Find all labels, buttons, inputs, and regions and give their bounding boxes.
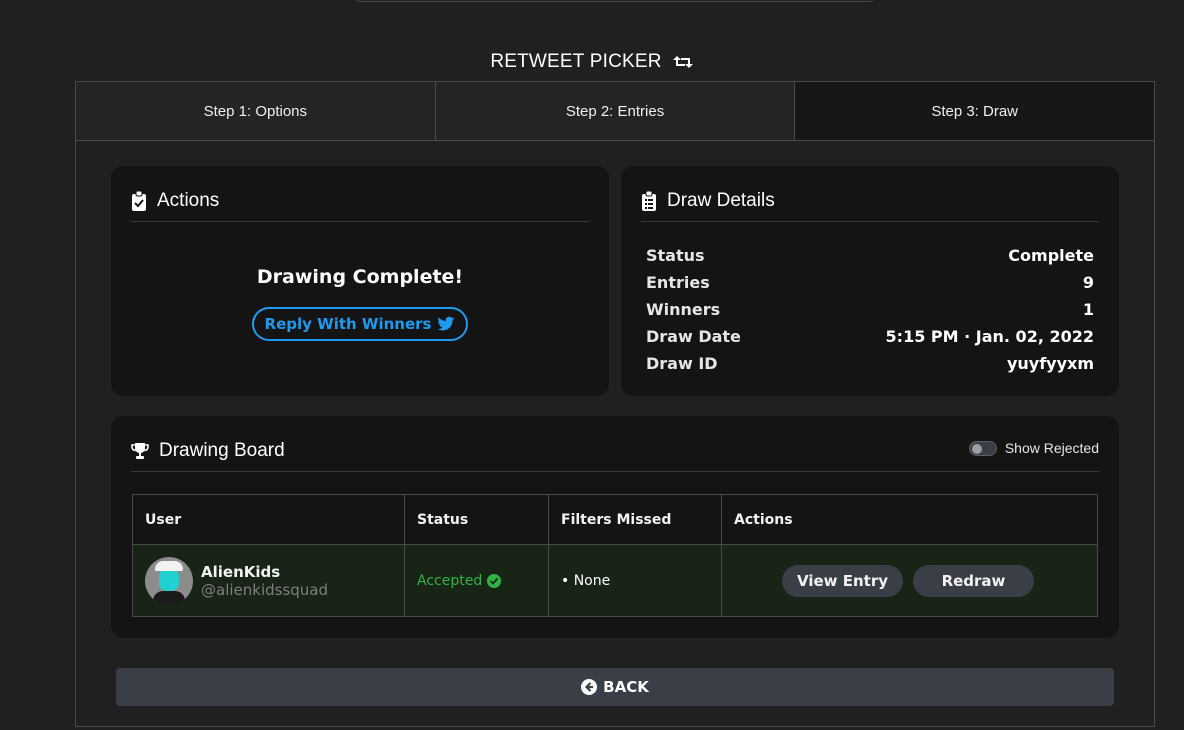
- detail-value: 9: [1082, 273, 1094, 292]
- draw-details-list: Status Complete Entries 9 Winners 1 Draw…: [646, 242, 1094, 377]
- detail-label: Draw Date: [646, 327, 741, 346]
- detail-label: Winners: [646, 300, 721, 319]
- redraw-button[interactable]: Redraw: [913, 564, 1034, 597]
- status-badge: Accepted: [417, 573, 548, 589]
- user-display-name: AlienKids: [201, 562, 281, 581]
- picker-frame: Step 1: Options Step 2: Entries Step 3: …: [75, 81, 1155, 727]
- actions-card: Actions Drawing Complete! Reply With Win…: [111, 166, 609, 396]
- drawing-board-header: Drawing Board: [131, 432, 1099, 472]
- detail-row-entries: Entries 9: [646, 269, 1094, 296]
- table-row: AlienKids @alienkidssquad Accepted • Non…: [132, 544, 1098, 617]
- drawing-board-title: Drawing Board: [159, 439, 285, 461]
- tab-step-entries[interactable]: Step 2: Entries: [435, 82, 796, 140]
- detail-label: Entries: [646, 273, 710, 292]
- table-header-row: User Status Filters Missed Actions: [132, 494, 1098, 545]
- reply-with-winners-button[interactable]: Reply With Winners: [252, 307, 468, 341]
- back-button[interactable]: BACK: [116, 668, 1114, 706]
- retweet-icon: [672, 56, 693, 68]
- detail-row-status: Status Complete: [646, 242, 1094, 269]
- actions-card-header: Actions: [131, 182, 589, 222]
- detail-value: Complete: [1008, 246, 1094, 265]
- draw-details-header: Draw Details: [641, 182, 1099, 222]
- toggle-knob: [971, 443, 982, 454]
- column-header-actions: Actions: [721, 494, 1098, 545]
- arrow-circle-left-icon: [581, 679, 598, 695]
- detail-label: Status: [646, 246, 705, 265]
- column-header-filters-missed: Filters Missed: [548, 494, 722, 545]
- drawing-complete-text: Drawing Complete!: [256, 266, 464, 288]
- trophy-icon: [131, 442, 149, 459]
- clipboard-check-icon: [132, 190, 146, 211]
- back-button-label: BACK: [603, 678, 649, 696]
- app-title: RETWEET PICKER: [0, 49, 1184, 75]
- status-text: Accepted: [417, 572, 483, 589]
- reply-with-winners-label: Reply With Winners: [264, 315, 432, 333]
- tab-step-draw[interactable]: Step 3: Draw: [795, 82, 1155, 140]
- drawing-board-card: Drawing Board Show Rejected User Status …: [111, 416, 1119, 638]
- actions-card-title: Actions: [157, 189, 220, 211]
- draw-details-card: Draw Details Status Complete Entries 9 W…: [621, 166, 1119, 396]
- detail-label: Draw ID: [646, 354, 718, 373]
- twitter-icon: [437, 316, 455, 331]
- user-handle[interactable]: @alienkidssquad: [201, 581, 328, 599]
- drawing-board-table: User Status Filters Missed Actions Alien…: [132, 494, 1098, 617]
- top-search-stub: [355, 0, 875, 2]
- detail-value: yuyfyyxm: [1006, 354, 1094, 373]
- actions-cell: View Entry Redraw: [721, 544, 1098, 617]
- detail-value: 1: [1082, 300, 1094, 319]
- column-header-user: User: [132, 494, 405, 545]
- step-tabs: Step 1: Options Step 2: Entries Step 3: …: [76, 82, 1155, 141]
- show-rejected-toggle[interactable]: [968, 440, 997, 456]
- filters-missed-cell: • None: [548, 544, 722, 617]
- avatar: [145, 556, 193, 605]
- detail-row-draw-date: Draw Date 5:15 PM · Jan. 02, 2022: [646, 323, 1094, 350]
- status-cell: Accepted: [404, 544, 549, 617]
- check-circle-icon: [487, 573, 502, 588]
- detail-value: 5:15 PM · Jan. 02, 2022: [885, 327, 1094, 346]
- clipboard-list-icon: [642, 190, 656, 211]
- tab-step-options[interactable]: Step 1: Options: [76, 82, 436, 140]
- show-rejected-label: Show Rejected: [1004, 440, 1099, 456]
- draw-details-title: Draw Details: [667, 189, 775, 211]
- detail-row-winners: Winners 1: [646, 296, 1094, 323]
- view-entry-button[interactable]: View Entry: [782, 564, 903, 597]
- column-header-status: Status: [404, 494, 549, 545]
- user-cell: AlienKids @alienkidssquad: [132, 544, 405, 617]
- detail-row-draw-id: Draw ID yuyfyyxm: [646, 350, 1094, 377]
- app-title-text: RETWEET PICKER: [490, 51, 662, 72]
- show-rejected-toggle-wrap: Show Rejected: [968, 440, 1099, 456]
